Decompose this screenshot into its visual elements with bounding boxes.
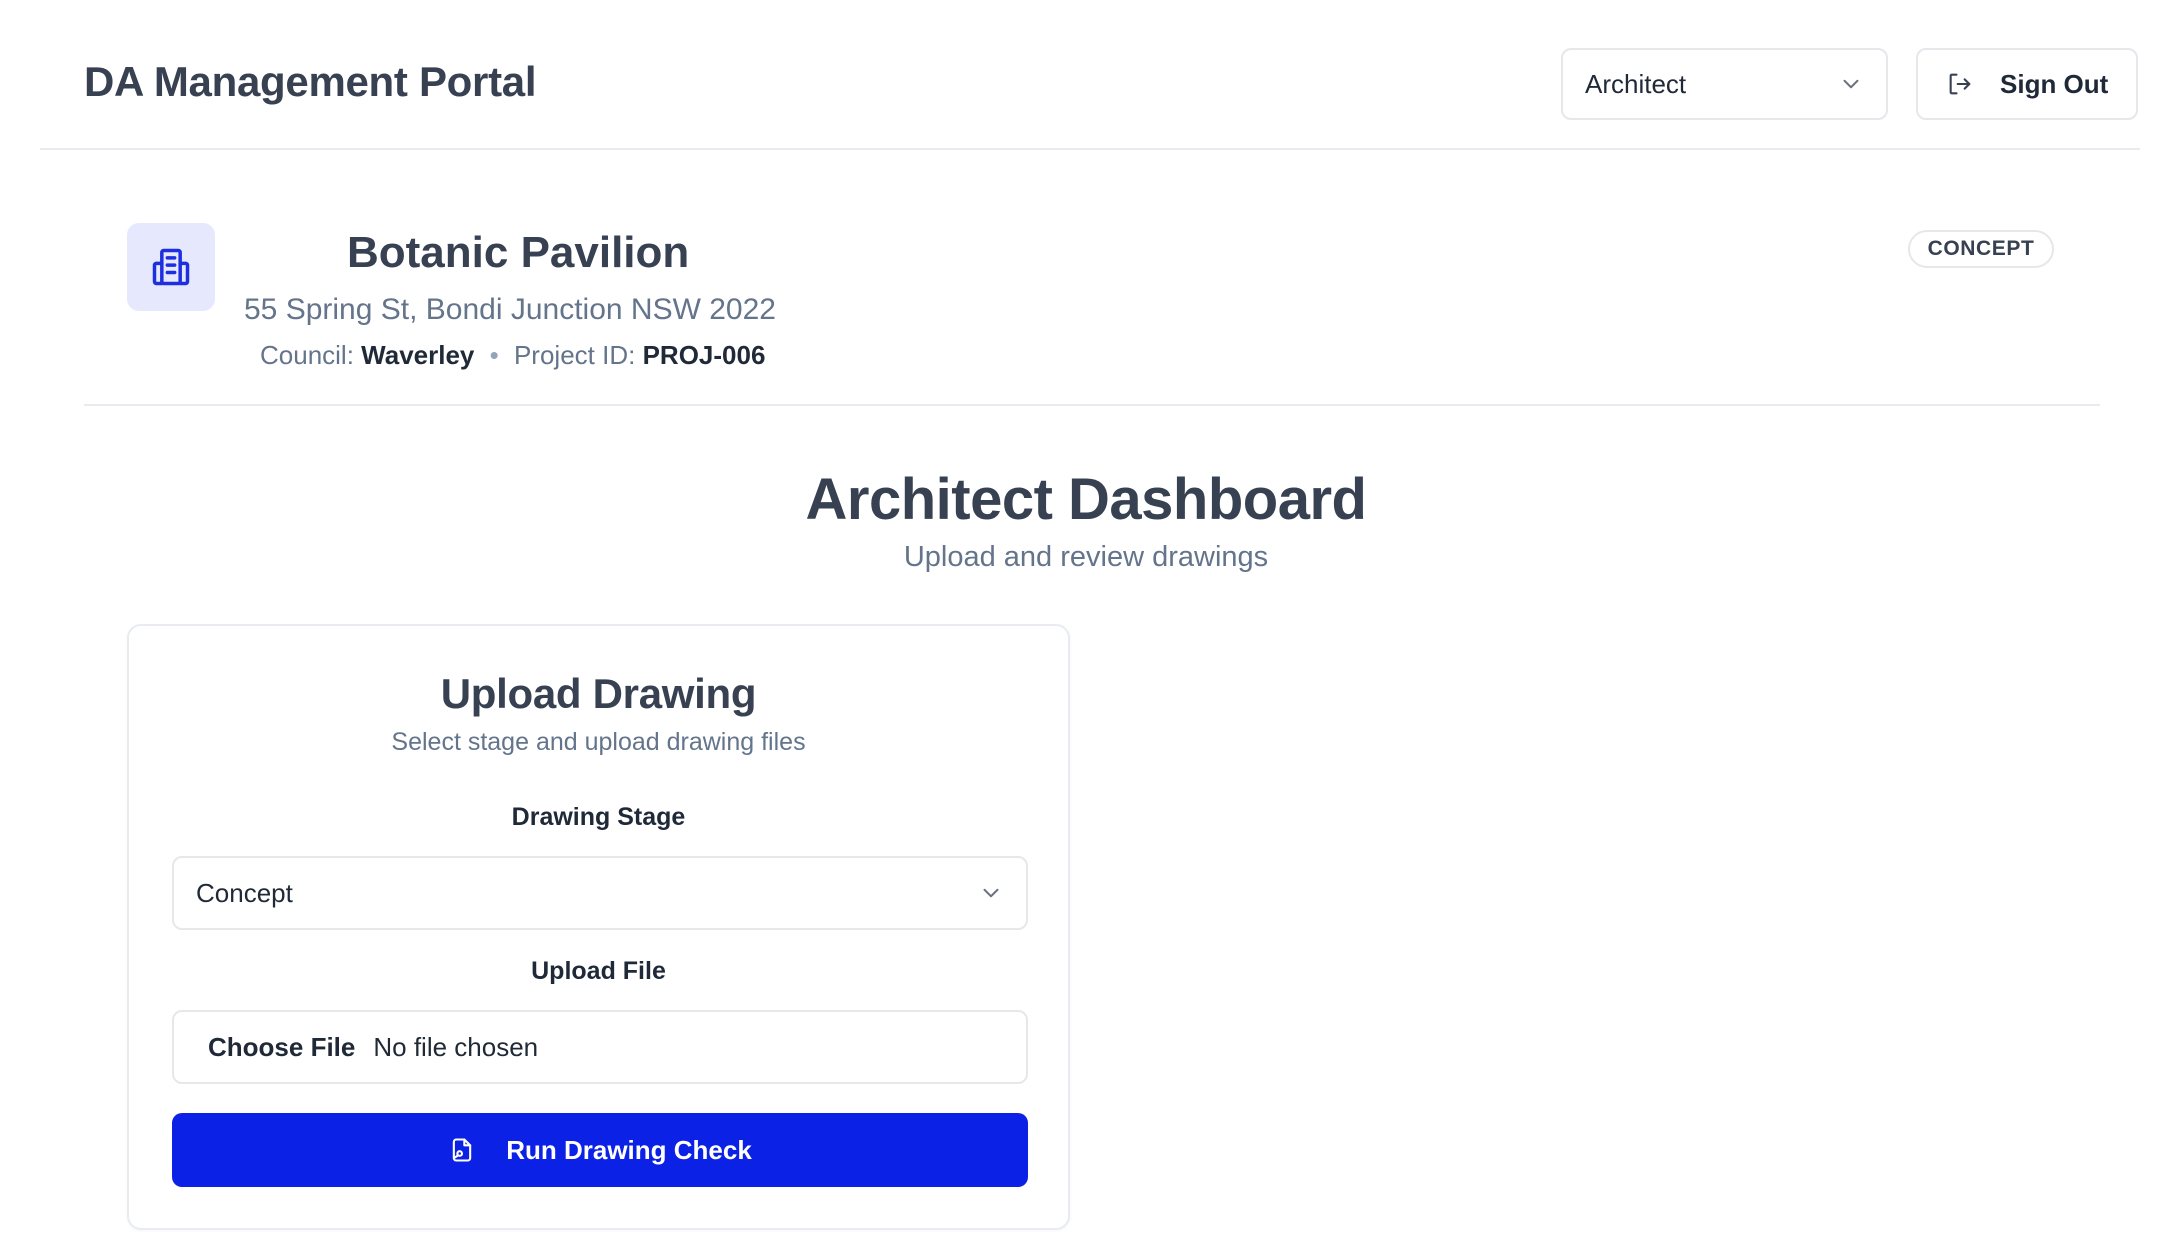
run-drawing-check-label: Run Drawing Check bbox=[506, 1134, 752, 1165]
sign-out-label: Sign Out bbox=[2000, 68, 2109, 99]
project-summary: Botanic Pavilion 55 Spring St, Bondi Jun… bbox=[84, 150, 2100, 406]
app-header: DA Management Portal Architect Sign Out bbox=[40, 0, 2140, 150]
dashboard-subtitle: Upload and review drawings bbox=[903, 541, 1269, 573]
project-name: Botanic Pavilion bbox=[347, 228, 690, 277]
role-select-value: Architect bbox=[1585, 68, 1687, 99]
stage-badge: CONCEPT bbox=[1908, 230, 2054, 268]
role-select[interactable]: Architect bbox=[1561, 48, 1888, 120]
run-drawing-check-button[interactable]: Run Drawing Check bbox=[172, 1113, 1028, 1187]
file-check-icon bbox=[452, 1138, 472, 1162]
project-icon-tile bbox=[127, 223, 215, 311]
dashboard-title: Architect Dashboard bbox=[805, 467, 1367, 532]
upload-file-label: Upload File bbox=[531, 957, 666, 985]
project-id-label: Project ID: bbox=[513, 340, 636, 370]
file-input[interactable]: Choose File No file chosen bbox=[172, 1010, 1028, 1084]
meta-separator: • bbox=[489, 340, 499, 370]
page: DA Management Portal Architect Sign Out … bbox=[0, 0, 2172, 1238]
log-out-icon bbox=[1949, 73, 1971, 95]
council-label: Council: bbox=[260, 340, 354, 370]
sign-out-button[interactable]: Sign Out bbox=[1916, 48, 2138, 120]
council-value: Waverley bbox=[361, 340, 475, 370]
project-address: 55 Spring St, Bondi Junction NSW 2022 bbox=[244, 293, 776, 326]
drawing-stage-label: Drawing Stage bbox=[511, 803, 686, 831]
app-title: DA Management Portal bbox=[84, 58, 537, 105]
upload-card-subtitle: Select stage and upload drawing files bbox=[391, 728, 806, 756]
drawing-stage-value: Concept bbox=[196, 877, 293, 908]
file-status: No file chosen bbox=[373, 1031, 539, 1062]
upload-card-title: Upload Drawing bbox=[440, 670, 757, 717]
project-id-value: PROJ-006 bbox=[642, 340, 766, 370]
building-icon bbox=[152, 248, 190, 286]
chevron-down-icon bbox=[983, 888, 999, 898]
drawing-stage-select[interactable]: Concept bbox=[172, 856, 1028, 930]
choose-file-button[interactable]: Choose File bbox=[208, 1032, 355, 1063]
project-meta: Council: Waverley • Project ID: PROJ-006 bbox=[260, 340, 765, 371]
chevron-down-icon bbox=[1843, 79, 1859, 89]
upload-drawing-card: Upload Drawing Select stage and upload d… bbox=[127, 624, 1070, 1230]
